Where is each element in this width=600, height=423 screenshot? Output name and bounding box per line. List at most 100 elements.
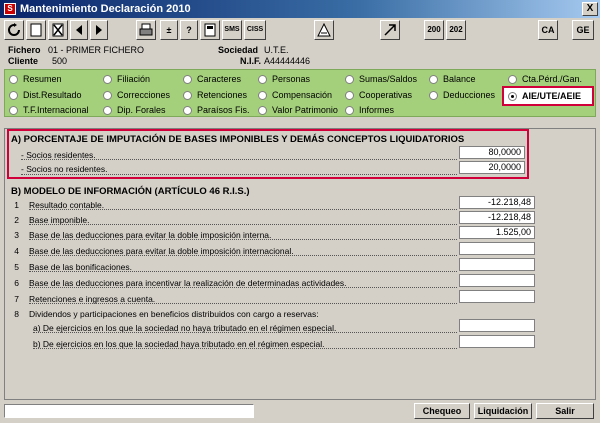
row-number: 6 (14, 278, 19, 288)
tab-sumas-saldos[interactable]: Sumas/Saldos (345, 72, 417, 86)
row-number: 8 (14, 309, 19, 319)
tab-valor-patrimonio[interactable]: Valor Patrimonio (258, 103, 338, 117)
tab-personas[interactable]: Personas (258, 72, 310, 86)
tab-informes[interactable]: Informes (345, 103, 394, 117)
radio-icon (103, 74, 112, 84)
calculator-icon[interactable] (200, 20, 220, 40)
radio-icon (103, 90, 112, 100)
tab-resumen[interactable]: Resumen (9, 72, 62, 86)
tab-compensacion[interactable]: Compensación (258, 88, 332, 102)
dotted-leader (29, 209, 457, 210)
nif-label: N.I.F. (240, 56, 262, 66)
main-panel: A) PORCENTAJE DE IMPUTACIÓN DE BASES IMP… (4, 128, 596, 400)
tab-deducciones[interactable]: Deducciones (429, 88, 495, 102)
radio-icon (345, 105, 354, 115)
refresh-icon[interactable] (4, 20, 24, 40)
tab-balance[interactable]: Balance (429, 72, 476, 86)
tab-dist-resultado[interactable]: Dist.Resultado (9, 88, 82, 102)
export-icon[interactable] (380, 20, 400, 40)
section-a-title: A) PORCENTAJE DE IMPUTACIÓN DE BASES IMP… (11, 134, 465, 145)
socios-no-residentes-field[interactable]: 20,0000 (459, 161, 525, 174)
section-tabs: Resumen Filiación Caracteres Personas Su… (4, 69, 596, 117)
model-200-button[interactable]: 200 (424, 20, 444, 40)
toolbar: ± ? SMS CISS 200 202 CA GE (0, 18, 600, 42)
salir-button[interactable]: Salir (536, 403, 594, 419)
dividendos-no-regimen-field[interactable] (459, 319, 535, 332)
incentivar-actividades-field[interactable] (459, 274, 535, 287)
tab-aie-ute-aeie[interactable]: AIE/UTE/AEIE (508, 89, 581, 103)
socios-residentes-field[interactable]: 80,0000 (459, 146, 525, 159)
tab-correcciones[interactable]: Correcciones (103, 88, 170, 102)
help-icon[interactable]: ? (180, 20, 198, 40)
radio-icon (345, 74, 354, 84)
row-number: 2 (14, 215, 19, 225)
radio-icon (9, 74, 18, 84)
delete-icon[interactable] (48, 20, 68, 40)
radio-icon (258, 90, 267, 100)
row-number: 5 (14, 262, 19, 272)
ge-button[interactable]: GE (572, 20, 594, 40)
dotted-leader (21, 159, 457, 160)
ca-button[interactable]: CA (538, 20, 558, 40)
dotted-leader (33, 348, 457, 349)
tab-dip-forales[interactable]: Dip. Forales (103, 103, 166, 117)
dotted-leader (29, 271, 457, 272)
sociedad-value: U.T.E. (264, 45, 289, 55)
previous-icon[interactable] (70, 20, 88, 40)
retenciones-ingresos-field[interactable] (459, 290, 535, 303)
tab-cta-perd-gan[interactable]: Cta.Pérd./Gan. (508, 72, 582, 86)
tab-cooperativas[interactable]: Cooperativas (345, 88, 412, 102)
new-document-icon[interactable] (26, 20, 46, 40)
sms-button[interactable]: SMS (222, 20, 242, 40)
plus-minus-icon[interactable]: ± (160, 20, 178, 40)
tab-caracteres[interactable]: Caracteres (183, 72, 241, 86)
dotted-leader (21, 174, 457, 175)
radio-icon (258, 74, 267, 84)
radio-icon (345, 90, 354, 100)
dotted-leader (29, 303, 457, 304)
liquidacion-button[interactable]: Liquidación (474, 403, 532, 419)
base-imponible-field[interactable]: -12.218,48 (459, 211, 535, 224)
doble-imposicion-internacional-field[interactable] (459, 242, 535, 255)
bonificaciones-field[interactable] (459, 258, 535, 271)
sociedad-label: Sociedad (218, 45, 259, 55)
radio-icon (183, 105, 192, 115)
socios-no-residentes-label: - Socios no residentes. (21, 164, 108, 174)
close-button[interactable]: X (582, 2, 598, 16)
chequeo-button[interactable]: Chequeo (414, 403, 470, 419)
row-number: 4 (14, 246, 19, 256)
radio-icon (508, 74, 517, 84)
model-202-button[interactable]: 202 (446, 20, 466, 40)
radio-icon (258, 105, 267, 115)
nif-value: A44444446 (264, 56, 311, 66)
radio-icon (103, 105, 112, 115)
fichero-value: 01 - PRIMER FICHERO (48, 45, 145, 55)
radio-icon (429, 74, 438, 84)
radio-icon (9, 90, 18, 100)
next-icon[interactable] (90, 20, 108, 40)
header-info: Fichero 01 - PRIMER FICHERO Cliente 500 … (0, 44, 600, 68)
dividendos-regimen-field[interactable] (459, 335, 535, 348)
radio-icon (183, 90, 192, 100)
row-number: 7 (14, 294, 19, 304)
window-title: Mantenimiento Declaración 2010 (20, 3, 191, 15)
dotted-leader (29, 255, 457, 256)
tab-tf-internacional[interactable]: T.F.Internacional (9, 103, 89, 117)
dotted-leader (29, 239, 457, 240)
ciss-button[interactable]: CISS (244, 20, 266, 40)
print-icon[interactable] (136, 20, 156, 40)
tab-paraisos-fis[interactable]: Paraísos Fis. (183, 103, 250, 117)
fichero-label: Fichero (8, 45, 41, 55)
row-number: 1 (14, 200, 19, 210)
radio-icon (429, 90, 438, 100)
radio-selected-icon (508, 91, 517, 101)
tab-filiacion[interactable]: Filiación (103, 72, 150, 86)
resultado-contable-field[interactable]: -12.218,48 (459, 196, 535, 209)
status-bar (4, 404, 254, 418)
doble-imposicion-interna-field[interactable]: 1.525,00 (459, 226, 535, 239)
dividendos-label: Dividendos y participaciones en benefici… (29, 309, 319, 319)
radio-icon (183, 74, 192, 84)
tab-retenciones[interactable]: Retenciones (183, 88, 247, 102)
cliente-value: 500 (52, 56, 68, 66)
warning-icon[interactable] (314, 20, 334, 40)
